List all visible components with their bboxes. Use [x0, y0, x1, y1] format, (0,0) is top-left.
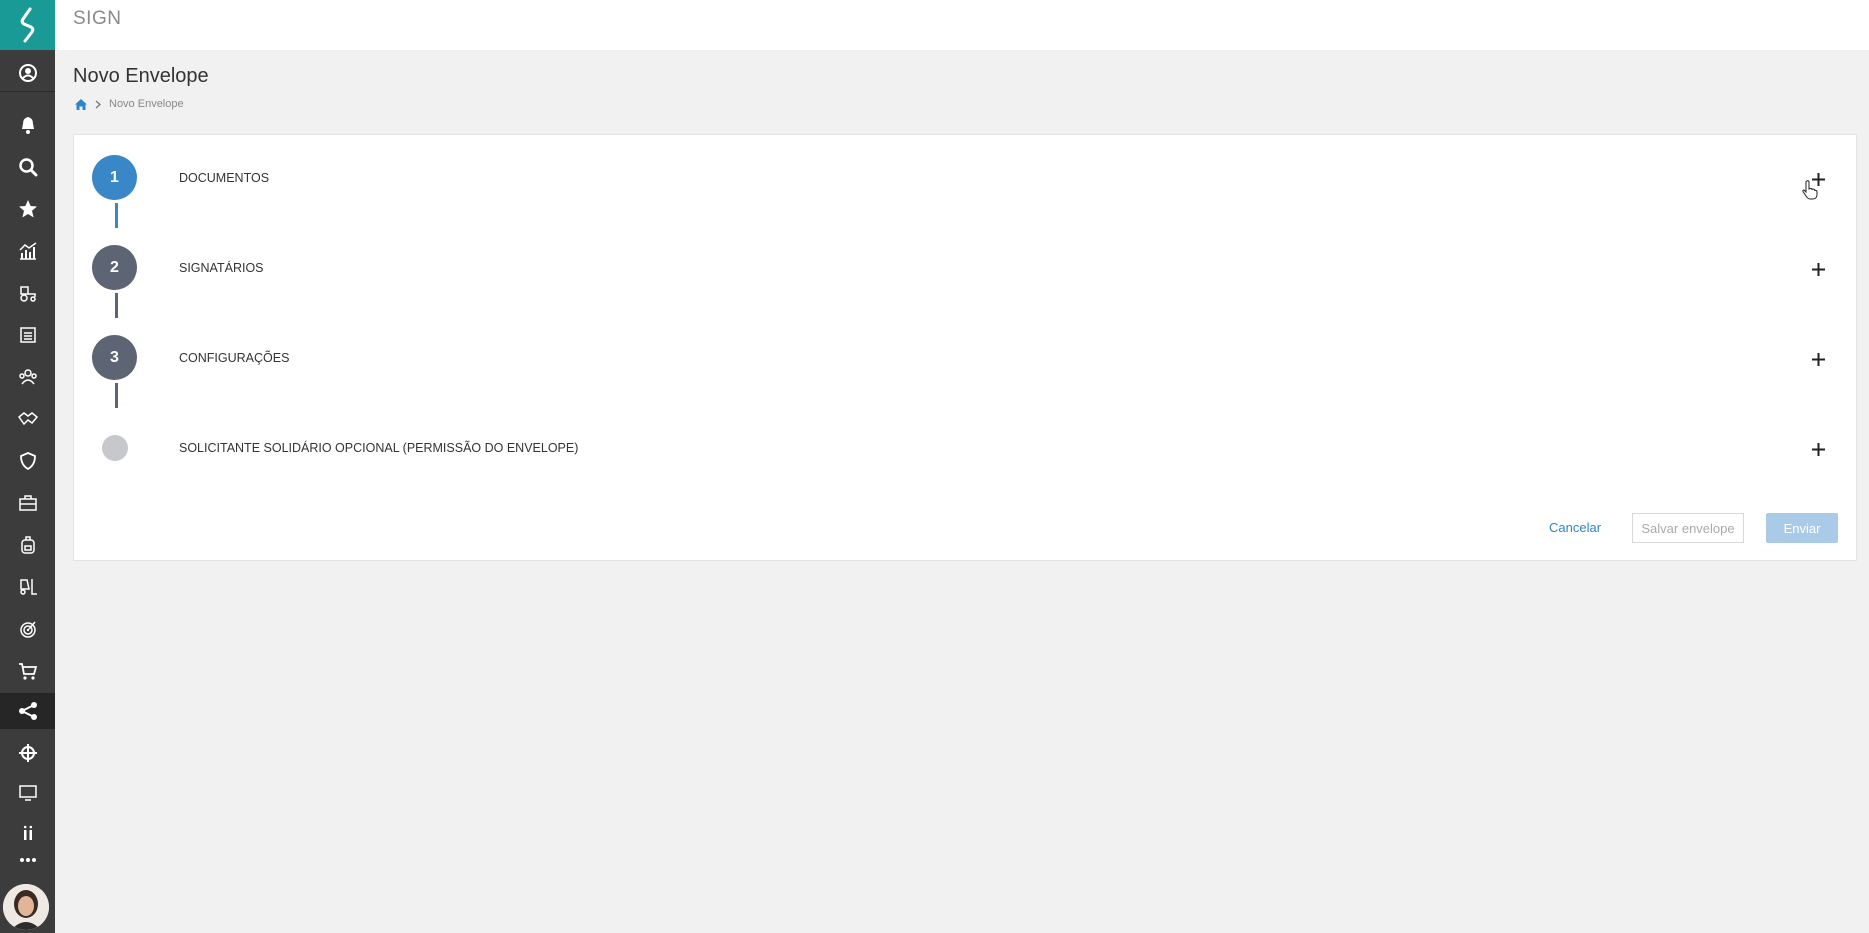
- step-solicitante-label[interactable]: SOLICITANTE SOLIDÁRIO OPCIONAL (PERMISSÃ…: [179, 441, 578, 455]
- home-icon[interactable]: [75, 98, 87, 110]
- chart-icon[interactable]: [0, 233, 55, 269]
- chevron-right-icon: [95, 100, 101, 109]
- bell-icon[interactable]: [0, 107, 55, 143]
- tractor-icon[interactable]: [0, 275, 55, 311]
- save-envelope-button[interactable]: Salvar envelope: [1632, 513, 1744, 543]
- share-icon[interactable]: [0, 693, 55, 729]
- star-icon[interactable]: [0, 191, 55, 227]
- sidebar-divider: [0, 91, 55, 92]
- user-profile-icon[interactable]: [0, 55, 55, 91]
- step-connector: [115, 293, 118, 318]
- briefcase-icon[interactable]: [0, 485, 55, 521]
- breadcrumb: Novo Envelope: [75, 98, 184, 110]
- crosshair-icon[interactable]: [0, 735, 55, 771]
- step-connector: [115, 203, 118, 228]
- plus-icon: [1811, 442, 1825, 456]
- handshake-icon[interactable]: [0, 401, 55, 437]
- avatar[interactable]: [3, 884, 49, 930]
- avatar-image: [3, 884, 49, 930]
- step-signatarios-label[interactable]: SIGNATÁRIOS: [179, 261, 264, 275]
- step-connector: [115, 383, 118, 408]
- pointer-cursor-icon: [1802, 180, 1818, 205]
- add-configuracoes-button[interactable]: [1808, 349, 1828, 369]
- send-button[interactable]: Enviar: [1766, 513, 1838, 543]
- plus-icon: [1811, 352, 1825, 366]
- cart-icon[interactable]: [0, 653, 55, 689]
- app-logo[interactable]: [0, 0, 55, 50]
- step-2-circle: 2: [92, 245, 137, 290]
- page-title: Novo Envelope: [73, 65, 209, 87]
- top-header: SIGN: [55, 0, 1869, 50]
- search-icon[interactable]: [0, 149, 55, 185]
- app-title: SIGN: [73, 8, 122, 29]
- step-3-circle: 3: [92, 335, 137, 380]
- step-documentos-label[interactable]: DOCUMENTOS: [179, 171, 269, 185]
- backpack-icon[interactable]: [0, 527, 55, 563]
- step-1-circle: 1: [92, 155, 137, 200]
- envelope-steps-card: 1 DOCUMENTOS 2 SIGNATÁRIOS 3 CONFIGURAÇÕ…: [73, 134, 1857, 561]
- plus-icon: [1811, 262, 1825, 276]
- shield-icon[interactable]: [0, 443, 55, 479]
- sidebar: [0, 0, 55, 933]
- add-signatarios-button[interactable]: [1808, 259, 1828, 279]
- step-configuracoes-label[interactable]: CONFIGURAÇÕES: [179, 351, 289, 365]
- logo-icon: [20, 7, 34, 43]
- add-solicitante-button[interactable]: [1808, 439, 1828, 459]
- team-icon[interactable]: [0, 359, 55, 395]
- more-icon[interactable]: [0, 842, 55, 878]
- monitor-icon[interactable]: [0, 775, 55, 811]
- forklift-icon[interactable]: [0, 569, 55, 605]
- step-optional-circle: [102, 435, 128, 461]
- inbox-icon[interactable]: [0, 317, 55, 353]
- cancel-button[interactable]: Cancelar: [1549, 520, 1601, 535]
- breadcrumb-current: Novo Envelope: [109, 98, 184, 110]
- target-icon[interactable]: [0, 611, 55, 647]
